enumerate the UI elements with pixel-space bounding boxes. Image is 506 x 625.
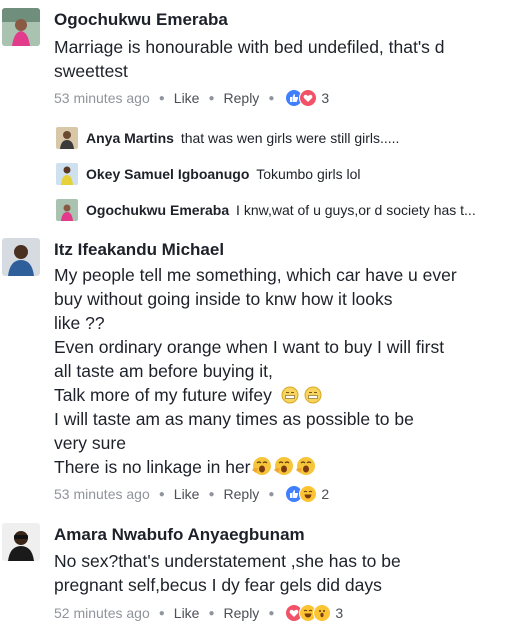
avatar[interactable] xyxy=(56,163,78,185)
comment-text-line: all taste am before buying it, xyxy=(54,361,273,381)
reply-button[interactable]: Reply xyxy=(224,486,260,502)
comment-meta: 52 minutes ago ● Like ● Reply ● 3 xyxy=(54,604,343,622)
comment-timestamp: 53 minutes ago xyxy=(54,486,150,502)
reaction-count: 2 xyxy=(321,486,330,502)
like-button[interactable]: Like xyxy=(174,90,200,106)
separator-dot: ● xyxy=(208,92,215,104)
comment-author[interactable]: Itz Ifeakandu Michael xyxy=(54,240,224,260)
separator-dot: ● xyxy=(208,488,215,500)
reply-author-name[interactable]: Okey Samuel Igboanugo xyxy=(86,166,249,182)
comment-timestamp: 52 minutes ago xyxy=(54,605,150,621)
separator-dot: ● xyxy=(268,607,275,619)
comment-text: Talk more of my future wifey xyxy=(54,385,272,405)
reply-button[interactable]: Reply xyxy=(224,90,260,106)
comment-text: There is no linkage in her xyxy=(54,457,251,477)
comment-1: Ogochukwu Emeraba Marriage is honourable… xyxy=(0,0,506,115)
like-button[interactable]: Like xyxy=(174,486,200,502)
separator-dot: ● xyxy=(158,607,165,619)
reaction-count: 3 xyxy=(321,90,330,106)
yawn-emoji-icon xyxy=(273,456,295,483)
comment-text-line: Marriage is honourable with bed undefile… xyxy=(54,37,445,57)
reaction-count: 3 xyxy=(335,605,344,621)
comment-text-line: Even ordinary orange when I want to buy … xyxy=(54,337,445,357)
reply-author: Anya Martins that was wen girls were sti… xyxy=(86,130,399,146)
reply-text: Tokumbo girls lol xyxy=(256,166,361,182)
reaction-summary[interactable]: 3 xyxy=(285,89,329,107)
comment-text-line: My people tell me something, which car h… xyxy=(54,265,457,285)
profile-photo-icon xyxy=(2,8,40,46)
separator-dot: ● xyxy=(208,607,215,619)
comment-timestamp: 53 minutes ago xyxy=(54,90,150,106)
reply-author: Ogochukwu Emeraba I knw,wat of u guys,or… xyxy=(86,202,476,218)
yawn-emoji-icon xyxy=(295,456,317,483)
comment-meta: 53 minutes ago ● Like ● Reply ● 2 xyxy=(54,485,329,503)
yawn-emoji-icon xyxy=(251,456,273,483)
like-button[interactable]: Like xyxy=(174,605,200,621)
haha-reaction-icon xyxy=(299,485,318,503)
reply-2: Okey Samuel Igboanugo Tokumbo girls lol xyxy=(56,163,496,189)
separator-dot: ● xyxy=(158,92,165,104)
comment-2: Itz Ifeakandu Michael My people tell me … xyxy=(0,232,506,507)
comment-meta: 53 minutes ago ● Like ● Reply ● 3 xyxy=(54,89,329,107)
reply-author: Okey Samuel Igboanugo Tokumbo girls lol xyxy=(86,166,361,182)
separator-dot: ● xyxy=(158,488,165,500)
reply-3: Ogochukwu Emeraba I knw,wat of u guys,or… xyxy=(56,199,496,225)
reply-author-name[interactable]: Anya Martins xyxy=(86,130,174,146)
comment-text-line: like ?? xyxy=(54,313,105,333)
comment-text-line: very sure xyxy=(54,433,126,453)
profile-photo-icon xyxy=(2,523,40,561)
comment-text-line: pregnant self,becus I dy fear gels did d… xyxy=(54,575,382,595)
comment-text-line: No sex?that's understatement ,she has to… xyxy=(54,551,401,571)
avatar[interactable] xyxy=(2,8,40,46)
avatar[interactable] xyxy=(2,238,40,276)
reaction-summary[interactable]: 2 xyxy=(285,485,329,503)
comment-author[interactable]: Amara Nwabufo Anyaegbunam xyxy=(54,525,305,545)
profile-photo-icon xyxy=(2,238,40,276)
reply-text: I knw,wat of u guys,or d society has t..… xyxy=(236,202,476,218)
comment-3: Amara Nwabufo Anyaegbunam No sex?that's … xyxy=(0,515,506,625)
reaction-summary[interactable]: 3 xyxy=(285,604,343,622)
separator-dot: ● xyxy=(268,92,275,104)
comment-text-line-with-emoji: There is no linkage in her xyxy=(54,455,317,483)
avatar[interactable] xyxy=(2,523,40,561)
separator-dot: ● xyxy=(268,488,275,500)
reply-1: Anya Martins that was wen girls were sti… xyxy=(56,127,496,153)
love-reaction-icon xyxy=(299,89,318,107)
avatar[interactable] xyxy=(56,199,78,221)
reply-button[interactable]: Reply xyxy=(224,605,260,621)
avatar[interactable] xyxy=(56,127,78,149)
wow-reaction-icon xyxy=(313,604,332,622)
comment-text-line: sweettest xyxy=(54,61,128,81)
comment-text-line: buy without going inside to knw how it l… xyxy=(54,289,393,309)
comment-author[interactable]: Ogochukwu Emeraba xyxy=(54,10,228,30)
reply-author-name[interactable]: Ogochukwu Emeraba xyxy=(86,202,229,218)
reply-text: that was wen girls were still girls..... xyxy=(180,130,400,146)
comment-text-line: I will taste am as many times as possibl… xyxy=(54,409,414,429)
